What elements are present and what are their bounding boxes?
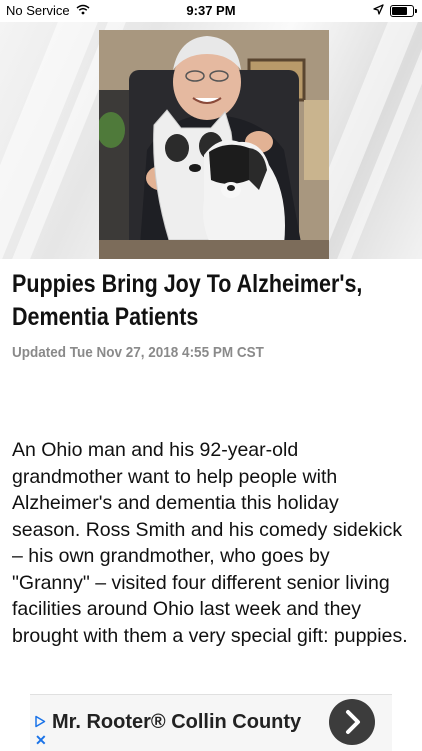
ad-choices-icon[interactable]: [34, 715, 46, 733]
battery-icon: [390, 4, 417, 17]
article-body: An Ohio man and his 92-year-old grandmot…: [12, 439, 408, 647]
article-updated-timestamp: Updated Tue Nov 27, 2018 4:55 PM CST: [12, 344, 264, 361]
ad-title[interactable]: Mr. Rooter® Collin County: [52, 711, 301, 734]
status-bar: No Service 9:37 PM: [0, 0, 422, 22]
status-bar-right: [373, 3, 417, 18]
location-arrow-icon: [373, 3, 384, 18]
hero-photo[interactable]: [99, 30, 329, 259]
chevron-right-icon: [346, 710, 360, 734]
clock: 9:37 PM: [186, 3, 236, 18]
hero-banner: [0, 22, 422, 259]
elderly-man-with-puppy-image: [99, 30, 329, 259]
article-title: Puppies Bring Joy To Alzheimer's, Dement…: [12, 270, 363, 331]
ad-banner[interactable]: ✕ Mr. Rooter® Collin County: [30, 694, 392, 751]
ad-go-button[interactable]: [329, 699, 375, 745]
ad-close-icon[interactable]: ✕: [35, 733, 47, 747]
